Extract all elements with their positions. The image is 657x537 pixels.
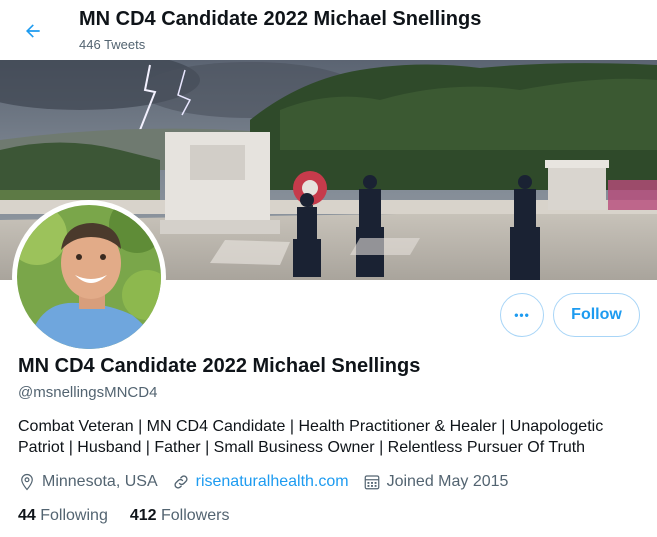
following-link[interactable]: 44 Following	[18, 507, 108, 525]
joined-item: Joined May 2015	[363, 473, 509, 491]
website-item: risenaturalhealth.com	[172, 473, 349, 491]
joined-text: Joined May 2015	[386, 473, 509, 490]
following-label: Following	[40, 507, 108, 524]
followers-link[interactable]: 412 Followers	[130, 507, 230, 525]
location-item: Minnesota, USA	[18, 473, 158, 491]
arrow-left-icon	[26, 24, 40, 38]
bio-line: Patriot | Husband | Father | Small Busin…	[18, 439, 586, 456]
header-title: MN CD4 Candidate 2022 Michael Snellings	[79, 8, 482, 30]
back-button[interactable]	[16, 14, 50, 48]
followers-count: 412	[129, 507, 157, 524]
calendar-icon	[364, 475, 379, 490]
more-dots-icon: •••	[514, 308, 530, 322]
profile-stats: 44 Following 412 Followers	[18, 507, 251, 525]
more-options-button[interactable]: •••	[500, 293, 544, 337]
location-text: Minnesota, USA	[42, 473, 158, 490]
avatar-image	[17, 205, 161, 349]
following-count: 44	[18, 507, 36, 524]
tweet-count: 446 Tweets	[79, 37, 146, 52]
profile-handle: @msnellingsMNCD4	[18, 384, 158, 401]
location-pin-icon	[21, 473, 33, 491]
profile-meta: Minnesota, USA risenaturalhealth.com Joi…	[18, 471, 522, 493]
bio-line: Combat Veteran | MN CD4 Candidate | Heal…	[18, 418, 604, 435]
followers-label: Followers	[161, 507, 230, 524]
profile-avatar[interactable]	[12, 200, 166, 354]
profile-display-name: MN CD4 Candidate 2022 Michael Snellings	[18, 355, 421, 377]
follow-button[interactable]: Follow	[553, 293, 640, 337]
profile-header: MN CD4 Candidate 2022 Michael Snellings …	[0, 0, 657, 60]
website-link[interactable]: risenaturalhealth.com	[196, 473, 349, 491]
profile-bio: Combat Veteran | MN CD4 Candidate | Heal…	[18, 416, 638, 458]
link-icon	[174, 475, 188, 489]
